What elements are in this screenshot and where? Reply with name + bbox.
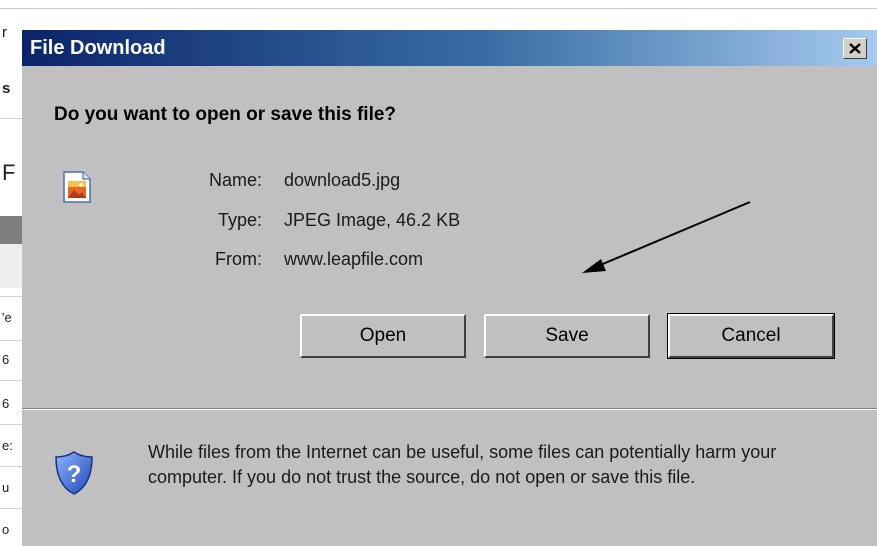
- background-divider: [0, 424, 22, 425]
- background-heading-text: F: [2, 160, 16, 185]
- open-button[interactable]: Open: [300, 314, 466, 358]
- dialog-titlebar[interactable]: File Download: [22, 30, 877, 66]
- file-source-value: www.leapfile.com: [284, 249, 424, 269]
- background-text: e:: [2, 438, 13, 453]
- close-button[interactable]: [843, 38, 867, 59]
- background-text: 'e: [2, 310, 12, 325]
- security-shield-icon: ?: [55, 451, 93, 495]
- security-warning-text: While files from the Internet can be use…: [148, 442, 777, 487]
- close-icon: [849, 43, 861, 54]
- file-download-dialog: File Download Do you want to open or sav…: [22, 30, 877, 546]
- background-header-bar: [0, 216, 22, 244]
- background-top-border: [0, 8, 877, 9]
- cancel-button[interactable]: Cancel: [667, 313, 835, 359]
- background-text: o: [2, 522, 10, 537]
- save-button[interactable]: Save: [484, 314, 650, 358]
- background-text: u: [2, 480, 10, 495]
- background-divider: [0, 380, 22, 381]
- background-divider: [0, 296, 22, 297]
- dialog-title: File Download: [30, 37, 166, 59]
- background-text: 6: [2, 396, 10, 411]
- file-name-label: Name:: [208, 170, 262, 190]
- background-divider: [0, 118, 22, 119]
- screen: r s F 'e 6 6 e: u o File Download Do you…: [0, 0, 877, 546]
- file-type-label: Type:: [217, 210, 262, 230]
- background-row-shade: [0, 244, 22, 288]
- file-name-value: download5.jpg: [284, 170, 401, 190]
- file-type-value: JPEG Image, 46.2 KB: [284, 210, 461, 230]
- svg-text:?: ?: [67, 461, 82, 488]
- background-divider: [0, 508, 22, 509]
- background-text: 6: [2, 352, 10, 367]
- background-text: r: [2, 24, 7, 41]
- background-divider: [0, 340, 22, 341]
- dialog-question: Do you want to open or save this file?: [54, 104, 397, 125]
- dialog-separator: [22, 408, 877, 410]
- file-source-label: From:: [215, 249, 262, 269]
- background-divider: [0, 466, 22, 467]
- background-text: s: [2, 80, 11, 97]
